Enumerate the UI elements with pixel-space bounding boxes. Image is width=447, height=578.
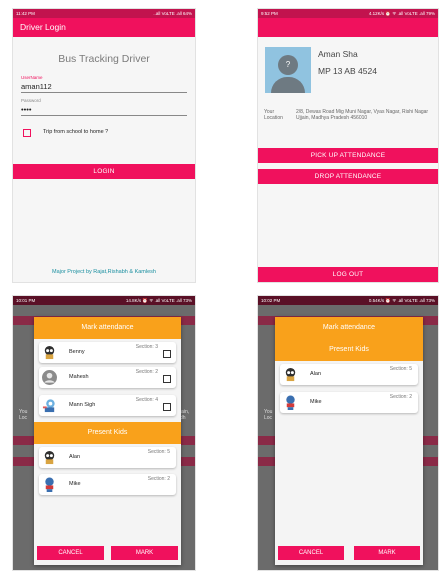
dialog-title: Mark attendance <box>275 317 423 339</box>
present-kids-screen: 10:02 PM 0.54K/s ⏰ ᯤ .all VoLTE .all 73%… <box>257 295 439 571</box>
drop-attendance-button[interactable]: DROP ATTENDANCE <box>258 169 438 184</box>
attendance-dialog: Mark attendance Present Kids Alan Sectio… <box>275 317 423 565</box>
driver-avatar: ? <box>265 47 311 93</box>
status-bar: 9:52 PM 4.12K/s ⏰ ᯤ .all VoLTE .all 79% <box>258 9 438 18</box>
attendance-checkbox[interactable] <box>163 403 171 411</box>
kid-name: Mike <box>310 399 322 405</box>
attendance-checkbox[interactable] <box>163 375 171 383</box>
list-item[interactable]: Benny Section: 3 <box>39 342 176 363</box>
attendance-dialog: Mark attendance Benny Section: 3 Mahesh … <box>34 317 181 565</box>
kid-section: Section: 2 <box>147 476 170 482</box>
status-icons: 0.54K/s ⏰ ᯤ .all VoLTE .all 73% <box>368 298 435 303</box>
page-title: Bus Tracking Driver <box>58 53 150 65</box>
kid-name: Mann Sigh <box>69 402 96 408</box>
background-text: You Loc <box>19 409 28 421</box>
trip-checkbox[interactable] <box>23 129 31 137</box>
status-bar: 11:42 PM ..all VoLTE .all 64% <box>13 9 195 18</box>
list-item[interactable]: Mike Section: 2 <box>280 392 418 413</box>
cartoon-kid-icon <box>44 450 55 465</box>
driver-name: Aman Sha <box>318 49 358 59</box>
list-item[interactable]: Mike Section: 2 <box>39 474 176 495</box>
trip-checkbox-label: Trip from school to home ? <box>43 129 109 135</box>
kid-section: Section: 2 <box>389 394 412 400</box>
username-label: UserName <box>21 75 43 80</box>
footer-credit: Major Project by Rajat,Rishabh & Kamlesh <box>52 269 156 275</box>
present-kids-header: Present Kids <box>275 339 423 361</box>
kid-name: Mike <box>69 481 81 487</box>
status-icons: 14.8K/s ⏰ ᯤ .all VoLTE .all 73% <box>125 298 192 303</box>
status-time: 11:42 PM <box>16 11 35 16</box>
list-item[interactable]: Alan Section: 5 <box>280 364 418 385</box>
cancel-button[interactable]: CANCEL <box>278 546 344 560</box>
status-time: 10:02 PM <box>261 298 281 303</box>
kid-name: Alan <box>310 371 322 377</box>
cartoon-kid-icon <box>44 345 55 360</box>
location-label: Your Location <box>264 109 283 121</box>
pickup-attendance-button[interactable]: PICK UP ATTENDANCE <box>258 148 438 163</box>
app-bar: Driver Login <box>13 18 195 37</box>
background-text-right: jain, dh <box>180 409 190 421</box>
status-icons: 4.12K/s ⏰ ᯤ .all VoLTE .all 79% <box>368 11 435 16</box>
password-label: Password <box>21 98 41 103</box>
status-time: 10:01 PM <box>16 298 36 303</box>
cartoon-kid-icon <box>286 395 295 410</box>
mark-attendance-screen: 10:01 PM 14.8K/s ⏰ ᯤ .all VoLTE .all 73%… <box>12 295 196 571</box>
login-screen: 11:42 PM ..all VoLTE .all 64% Driver Log… <box>12 8 196 283</box>
app-bar <box>258 18 438 37</box>
cartoon-kid-icon <box>285 367 296 382</box>
list-item[interactable]: Mahesh Section: 2 <box>39 367 176 388</box>
location-address: 2/8, Dewas Road Mig Muni Nagar, Vyas Nag… <box>296 109 429 121</box>
mark-button[interactable]: MARK <box>354 546 420 560</box>
background-text: You Loc <box>264 409 273 421</box>
kid-name: Benny <box>69 349 85 355</box>
kid-section: Section: 2 <box>135 369 158 375</box>
kid-name: Mahesh <box>69 374 89 380</box>
password-field[interactable]: •••• <box>21 105 187 116</box>
bus-number: MP 13 AB 4524 <box>318 66 377 76</box>
question-mark-icon: ? <box>278 55 298 75</box>
list-item[interactable]: Alan Section: 5 <box>39 447 176 468</box>
cartoon-kid-icon <box>42 399 55 413</box>
kid-section: Section: 3 <box>135 344 158 350</box>
cartoon-kid-icon <box>45 477 54 492</box>
cancel-button[interactable]: CANCEL <box>37 546 104 560</box>
status-icons: ..all VoLTE .all 64% <box>153 11 192 16</box>
status-time: 9:52 PM <box>261 11 278 16</box>
profile-screen: 9:52 PM 4.12K/s ⏰ ᯤ .all VoLTE .all 79% … <box>257 8 439 283</box>
username-field[interactable]: aman112 <box>21 82 187 93</box>
status-bar: 10:01 PM 14.8K/s ⏰ ᯤ .all VoLTE .all 73% <box>13 296 195 305</box>
kid-name: Alan <box>69 454 81 460</box>
list-item[interactable]: Mann Sigh Section: 4 <box>39 395 176 416</box>
default-avatar-icon <box>42 370 57 385</box>
login-button[interactable]: LOGIN <box>13 164 195 179</box>
kid-section: Section: 5 <box>389 366 412 372</box>
dialog-title: Mark attendance <box>34 317 181 339</box>
kid-section: Section: 5 <box>147 449 170 455</box>
mark-button[interactable]: MARK <box>111 546 178 560</box>
attendance-checkbox[interactable] <box>163 350 171 358</box>
kid-section: Section: 4 <box>135 397 158 403</box>
status-bar: 10:02 PM 0.54K/s ⏰ ᯤ .all VoLTE .all 73% <box>258 296 438 305</box>
present-kids-header: Present Kids <box>34 422 181 444</box>
logout-button[interactable]: LOG OUT <box>258 267 438 282</box>
